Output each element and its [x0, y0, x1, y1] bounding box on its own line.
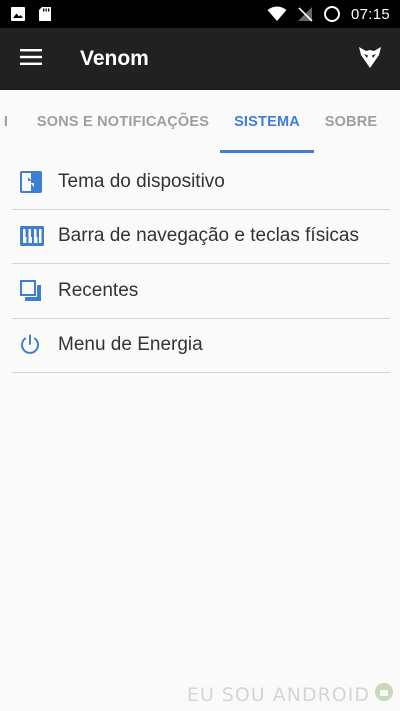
- data-saver-icon: [323, 5, 341, 23]
- active-tab-indicator: [220, 150, 314, 153]
- list-item-label: Recentes: [58, 279, 139, 301]
- list-item-tema[interactable]: Tema do dispositivo: [12, 155, 390, 210]
- list-item-label: Menu de Energia: [58, 334, 203, 356]
- tab-sobre[interactable]: SOBRE: [318, 90, 384, 154]
- theme-icon: [12, 170, 52, 194]
- status-right-icons: 07:15: [267, 5, 390, 23]
- sd-card-icon: [38, 6, 52, 22]
- keyboard-icon: [12, 225, 52, 247]
- no-sim-icon: [297, 6, 313, 22]
- list-item-label: Barra de navegação e teclas físicas: [58, 225, 360, 247]
- watermark: EU SOU ANDROID: [187, 682, 394, 707]
- app-bar: Venom: [0, 28, 400, 90]
- tab-previous-label: I: [3, 114, 9, 130]
- list-item-barra-navegacao[interactable]: Barra de navegação e teclas físicas: [12, 210, 390, 264]
- tab-previous[interactable]: I: [0, 90, 14, 154]
- status-left-icons: [10, 6, 52, 22]
- settings-list: Tema do dispositivo Barra de navegação e…: [12, 155, 390, 373]
- status-bar: 07:15: [0, 0, 400, 28]
- power-icon: [12, 334, 52, 356]
- android-robot-icon: [374, 682, 394, 707]
- tab-bar: I SONS E NOTIFICAÇÕES SISTEMA SOBRE: [0, 90, 400, 154]
- list-item-label: Tema do dispositivo: [58, 170, 225, 192]
- list-item-menu-energia[interactable]: Menu de Energia: [12, 319, 390, 373]
- tab-sistema-label: SISTEMA: [234, 114, 300, 130]
- tab-sons-e-notificacoes[interactable]: SONS E NOTIFICAÇÕES: [28, 90, 218, 154]
- watermark-text: EU SOU ANDROID: [186, 683, 370, 706]
- list-item-recentes[interactable]: Recentes: [12, 264, 390, 319]
- hamburger-menu-icon: [20, 48, 42, 70]
- venom-logo: [340, 28, 400, 90]
- wifi-icon: [267, 6, 287, 22]
- image-icon: [10, 6, 26, 22]
- tab-sons-label: SONS E NOTIFICAÇÕES: [36, 114, 210, 130]
- tab-sobre-label: SOBRE: [324, 114, 378, 130]
- venom-logo-icon: [358, 45, 382, 74]
- app-title: Venom: [80, 47, 149, 70]
- status-time: 07:15: [350, 5, 390, 23]
- tab-sistema[interactable]: SISTEMA: [220, 90, 314, 154]
- recents-icon: [12, 279, 52, 303]
- menu-button[interactable]: [0, 28, 62, 90]
